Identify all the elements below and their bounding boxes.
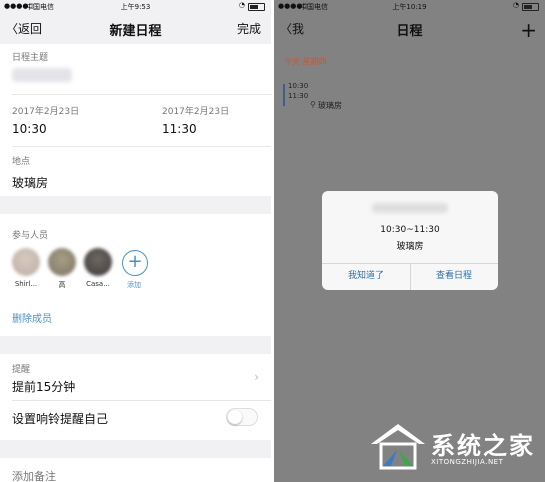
view-schedule-button[interactable]: 查看日程 [410, 263, 498, 290]
end-time[interactable]: 11:30 [162, 122, 197, 136]
start-time[interactable]: 10:30 [12, 122, 47, 136]
participant-name: 高 [58, 281, 66, 289]
toggle-knob [228, 410, 242, 424]
status-time: 上午9:53 [120, 3, 151, 11]
chevron-right-icon: › [254, 370, 259, 384]
reminder-value[interactable]: 提前15分钟 [12, 378, 75, 395]
dialog-location: 玻璃房 [396, 242, 424, 252]
participants-label: 参与人员 [12, 231, 49, 241]
avatar[interactable] [12, 248, 40, 276]
nav-bar: 〈返回 新建日程 完成 [0, 12, 271, 44]
location-label: 地点 [12, 157, 31, 167]
avatar[interactable] [84, 248, 112, 276]
got-it-button[interactable]: 我知道了 [322, 263, 410, 290]
subject-label: 日程主题 [12, 53, 49, 63]
start-date[interactable]: 2017年2月23日 [12, 104, 79, 117]
event-start-time[interactable]: 10:30 [288, 82, 308, 90]
divider [12, 146, 271, 147]
event-location[interactable]: 玻璃房 [318, 100, 342, 111]
add-schedule-button[interactable]: + [520, 18, 537, 42]
end-date[interactable]: 2017年2月23日 [162, 104, 229, 117]
participants-card: 参与人员 Shirl... 高 Casa... + 添加 删除成员 [0, 214, 271, 336]
location-pin-icon: ⚲ [310, 100, 316, 109]
ring-reminder-label: 设置响铃提醒自己 [12, 412, 109, 426]
participant-name: Shirl... [14, 280, 38, 288]
reminder-label: 提醒 [12, 365, 31, 375]
today-label: 今天 星期四 [284, 57, 327, 66]
dialog-title-blurred [372, 203, 448, 213]
remove-members-link[interactable]: 删除成员 [12, 310, 52, 325]
event-color-bar [283, 84, 285, 106]
event-end-time[interactable]: 11:30 [288, 92, 308, 100]
battery-icon [248, 3, 265, 11]
subject-input[interactable] [12, 68, 72, 82]
page-title: 日程 [396, 24, 423, 39]
battery-icon [522, 3, 539, 11]
nav-bar: 〈我 日程 + [274, 12, 545, 44]
dialog-time-range: 10:30~11:30 [380, 225, 440, 235]
new-schedule-screen: ●●●●○ 中国电信 上午9:53 ◔ 〈返回 新建日程 完成 日程主题 201… [0, 0, 271, 482]
watermark-url: XITONGZHIJIA.NET [431, 458, 504, 466]
reminder-dialog: 10:30~11:30 玻璃房 我知道了 查看日程 [322, 191, 498, 290]
ring-reminder-toggle[interactable] [226, 408, 258, 426]
participant-name: Casa... [86, 280, 110, 288]
alarm-icon: ◔ [512, 1, 519, 9]
add-participant-label: 添加 [127, 281, 141, 289]
add-participant-button[interactable]: + [122, 250, 148, 276]
add-note-field[interactable]: 添加备注 [12, 468, 56, 482]
status-time: 上午10:19 [392, 3, 427, 11]
alarm-icon: ◔ [238, 1, 245, 9]
plus-icon: + [520, 18, 537, 42]
divider [12, 94, 271, 95]
watermark-brand: 系统之家 [431, 432, 535, 460]
schedule-card: 日程主题 2017年2月23日 10:30 2017年2月23日 11:30 地… [0, 44, 271, 196]
reminder-card: 提醒 提前15分钟 › 设置响铃提醒自己 [0, 354, 271, 440]
plus-icon: + [127, 251, 143, 272]
page-title: 新建日程 [109, 24, 162, 39]
done-button[interactable]: 完成 [237, 20, 261, 37]
divider [12, 400, 271, 401]
house-logo-icon [371, 424, 425, 470]
site-watermark: 系统之家 XITONGZHIJIA.NET [369, 418, 539, 474]
status-bar: ●●●●○ 中国电信 上午10:19 ◔ [274, 0, 545, 12]
avatar[interactable] [48, 248, 76, 276]
location-value[interactable]: 玻璃房 [12, 174, 48, 191]
status-bar: ●●●●○ 中国电信 上午9:53 ◔ [0, 0, 271, 12]
schedule-screen: ●●●●○ 中国电信 上午10:19 ◔ 〈我 日程 + 今天 星期四 10:3… [274, 0, 545, 482]
note-card: 添加备注 [0, 458, 271, 482]
